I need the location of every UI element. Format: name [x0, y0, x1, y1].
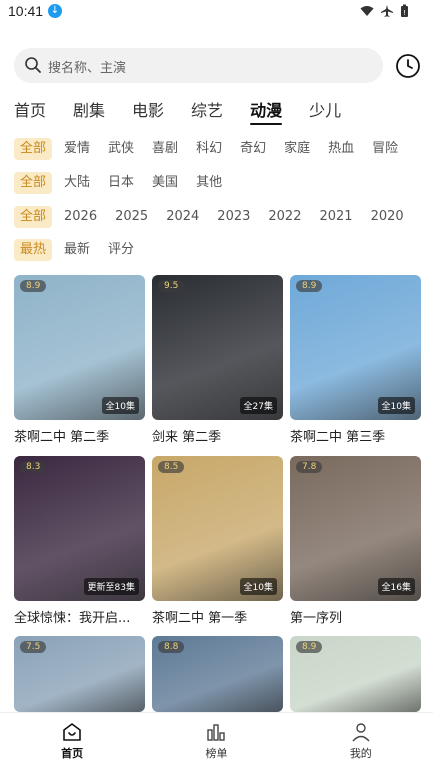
card-title: 剑来 第二季	[152, 430, 222, 445]
year-chip[interactable]: 2021	[319, 206, 352, 228]
svg-text:!: !	[403, 9, 406, 17]
wifi-icon	[360, 6, 374, 16]
download-icon: ↓	[48, 4, 62, 18]
poster-image: 8.9 全10集	[14, 275, 145, 420]
home-icon	[63, 723, 81, 741]
airplane-icon	[381, 5, 393, 17]
rating-badge: 8.9	[20, 280, 47, 292]
poster-image: 7.8 全16集	[290, 456, 421, 601]
status-time: 10:41	[8, 3, 44, 19]
card-title: 茶啊二中 第一季	[152, 611, 248, 626]
nav-label: 榜单	[205, 747, 228, 760]
year-chip[interactable]: 2020	[371, 206, 404, 228]
episode-badge: 更新至83集	[83, 578, 139, 595]
video-card[interactable]: 8.9	[290, 636, 421, 712]
region-filter-row: 全部 大陆 日本 美国 其他	[14, 172, 240, 194]
episode-badge: 全16集	[377, 578, 415, 595]
episode-badge: 全10集	[239, 578, 277, 595]
poster-image: 8.5 全10集	[152, 456, 283, 601]
year-chip[interactable]: 2024	[166, 206, 199, 228]
video-card[interactable]: 8.9 全10集 茶啊二中 第三季	[290, 275, 421, 445]
genre-chip[interactable]: 家庭	[284, 138, 310, 160]
region-chip[interactable]: 美国	[152, 172, 178, 194]
search-icon	[25, 57, 41, 73]
genre-chip[interactable]: 爱情	[64, 138, 90, 160]
poster-image: 9.5 全27集	[152, 275, 283, 420]
region-chip[interactable]: 日本	[108, 172, 134, 194]
rating-badge: 9.5	[158, 280, 185, 292]
genre-chip[interactable]: 武侠	[108, 138, 134, 160]
genre-filter-row: 全部 爱情 武侠 喜剧 科幻 奇幻 家庭 热血 冒险	[14, 138, 416, 160]
rating-badge: 8.5	[158, 461, 185, 473]
search-placeholder: 搜名称、主演	[48, 61, 127, 76]
rating-badge: 8.9	[296, 280, 323, 292]
video-card[interactable]: 8.3 更新至83集 全球惊悚：我开启...	[14, 456, 145, 626]
episode-badge: 全10集	[377, 397, 415, 414]
card-title: 全球惊悚：我开启...	[14, 611, 131, 626]
history-icon[interactable]	[395, 53, 421, 79]
poster-image: 8.8	[152, 636, 283, 712]
year-chip[interactable]: 2022	[268, 206, 301, 228]
poster-image: 8.9	[290, 636, 421, 712]
genre-chip[interactable]: 科幻	[196, 138, 222, 160]
genre-chip[interactable]: 冒险	[372, 138, 398, 160]
region-chip[interactable]: 大陆	[64, 172, 90, 194]
year-chip[interactable]: 2023	[217, 206, 250, 228]
nav-label: 首页	[61, 747, 84, 760]
genre-chip[interactable]: 奇幻	[240, 138, 266, 160]
sort-chip[interactable]: 最热	[14, 239, 53, 261]
poster-image: 7.5	[14, 636, 145, 712]
tab-series[interactable]: 剧集	[73, 97, 105, 125]
search-row: 搜名称、主演	[14, 48, 425, 84]
poster-image: 8.3 更新至83集	[14, 456, 145, 601]
video-card[interactable]: 7.5	[14, 636, 145, 712]
battery-icon: !	[401, 4, 408, 17]
tab-variety[interactable]: 综艺	[191, 97, 223, 125]
rating-badge: 8.3	[20, 461, 47, 473]
rating-badge: 7.5	[20, 641, 47, 653]
genre-chip[interactable]: 喜剧	[152, 138, 178, 160]
video-card[interactable]: 7.8 全16集 第一序列	[290, 456, 421, 626]
card-title: 茶啊二中 第二季	[14, 430, 110, 445]
status-bar: 10:41 ↓ !	[0, 0, 433, 26]
year-chip[interactable]: 2025	[115, 206, 148, 228]
chart-icon	[207, 724, 226, 741]
search-input[interactable]: 搜名称、主演	[14, 48, 383, 83]
nav-label: 我的	[349, 747, 372, 760]
video-card[interactable]: 8.5 全10集 茶啊二中 第一季	[152, 456, 283, 626]
year-filter-row: 全部 2026 2025 2024 2023 2022 2021 2020	[14, 206, 422, 228]
episode-badge: 全27集	[239, 397, 277, 414]
genre-chip[interactable]: 热血	[328, 138, 354, 160]
tab-home[interactable]: 首页	[14, 97, 46, 125]
category-tabs: 首页 剧集 电影 综艺 动漫 少儿	[14, 97, 368, 125]
video-card[interactable]: 9.5 全27集 剑来 第二季	[152, 275, 283, 445]
tab-anime[interactable]: 动漫	[250, 97, 283, 125]
episode-badge: 全10集	[101, 397, 139, 414]
tab-movies[interactable]: 电影	[132, 97, 164, 125]
sort-filter-row: 最热 最新 评分	[14, 239, 152, 261]
card-title: 第一序列	[290, 611, 343, 626]
nav-profile[interactable]: 我的	[289, 713, 433, 770]
status-icons: !	[360, 4, 409, 18]
card-title: 茶啊二中 第三季	[290, 430, 386, 445]
sort-chip[interactable]: 评分	[108, 239, 134, 261]
year-chip[interactable]: 全部	[14, 206, 53, 228]
poster-image: 8.9 全10集	[290, 275, 421, 420]
nav-home[interactable]: 首页	[0, 713, 144, 770]
bottom-nav: 首页 榜单 我的	[0, 712, 433, 770]
user-icon	[352, 723, 370, 742]
rating-badge: 8.8	[158, 641, 185, 653]
region-chip[interactable]: 其他	[196, 172, 222, 194]
video-card[interactable]: 8.9 全10集 茶啊二中 第二季	[14, 275, 145, 445]
rating-badge: 7.8	[296, 461, 323, 473]
year-chip[interactable]: 2026	[64, 206, 97, 228]
video-card[interactable]: 8.8	[152, 636, 283, 712]
rating-badge: 8.9	[296, 641, 323, 653]
genre-chip[interactable]: 全部	[14, 138, 53, 160]
tab-kids[interactable]: 少儿	[309, 97, 341, 125]
nav-ranking[interactable]: 榜单	[144, 713, 288, 770]
region-chip[interactable]: 全部	[14, 172, 53, 194]
sort-chip[interactable]: 最新	[64, 239, 90, 261]
